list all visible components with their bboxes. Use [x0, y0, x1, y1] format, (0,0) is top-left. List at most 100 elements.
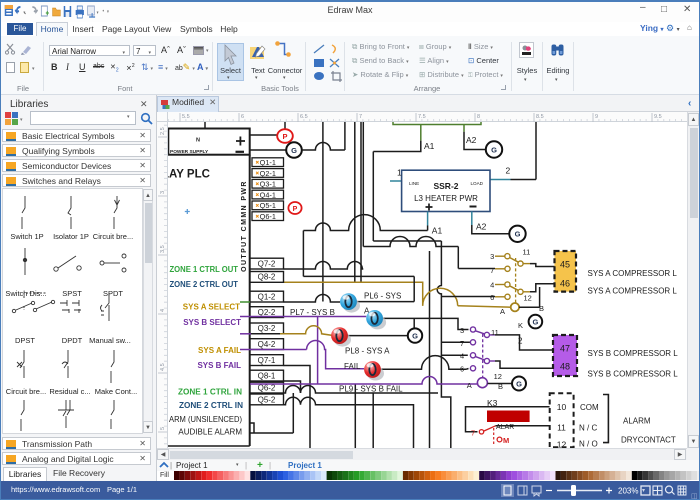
svg-text:10: 10 [557, 402, 567, 412]
svg-text:Q7-2: Q7-2 [258, 259, 276, 268]
svg-text:PL8 - SYS A: PL8 - SYS A [345, 347, 390, 356]
svg-text:A: A [500, 307, 505, 316]
svg-text:3.5: 3.5 [160, 245, 166, 253]
svg-text:4: 4 [460, 352, 464, 361]
svg-text:1: 1 [397, 168, 402, 178]
svg-text:COM: COM [580, 403, 599, 412]
svg-text:FAIL: FAIL [344, 362, 361, 371]
svg-text:SYS B SELECT: SYS B SELECT [183, 318, 241, 327]
svg-text:7: 7 [460, 339, 464, 348]
svg-text:Q1-1: Q1-1 [260, 158, 276, 167]
svg-text:ZONE 1 CTRL OUT: ZONE 1 CTRL OUT [170, 265, 239, 274]
svg-text:Isolator 1P: Isolator 1P [53, 232, 89, 241]
svg-text:P: P [293, 206, 298, 213]
svg-text:ZONE 1 CTRL IN: ZONE 1 CTRL IN [178, 388, 242, 397]
svg-text:4.5: 4.5 [160, 363, 166, 371]
svg-text:9: 9 [595, 114, 598, 120]
svg-text:Q8-2: Q8-2 [258, 273, 276, 282]
svg-text:G: G [532, 317, 538, 326]
svg-text:Switch 1P: Switch 1P [10, 232, 43, 241]
svg-text:DPDT: DPDT [62, 336, 83, 345]
svg-text:Q2-1: Q2-1 [260, 169, 276, 178]
svg-text:SYS B COMPRESSOR L: SYS B COMPRESSOR L [588, 370, 679, 379]
svg-text:7: 7 [359, 114, 362, 120]
svg-text:6: 6 [241, 114, 244, 120]
svg-text:•: • [103, 8, 105, 15]
svg-text:A1: A1 [432, 226, 443, 236]
svg-text:Q7-1: Q7-1 [258, 356, 276, 365]
svg-text:Q3-1: Q3-1 [260, 180, 276, 189]
svg-text:12: 12 [557, 440, 567, 449]
svg-text:6: 6 [460, 365, 464, 374]
svg-text:Residual c...: Residual c... [49, 387, 90, 396]
svg-text:Q1-2: Q1-2 [258, 292, 276, 301]
svg-text:SYS B COMPRESSOR L: SYS B COMPRESSOR L [588, 349, 679, 358]
svg-text:SPDT: SPDT [103, 289, 123, 298]
svg-text:5.5: 5.5 [182, 114, 190, 120]
svg-text:Q3-2: Q3-2 [258, 324, 276, 333]
svg-text:6: 6 [490, 293, 494, 302]
svg-text:G: G [412, 331, 418, 340]
svg-text:48: 48 [560, 362, 570, 372]
svg-text:PL9 - SYS B FAIL: PL9 - SYS B FAIL [339, 385, 403, 394]
svg-text:▾: ▾ [20, 117, 23, 123]
svg-text:AUDIBLE ALARM: AUDIBLE ALARM [178, 428, 242, 437]
svg-text:5: 5 [160, 427, 166, 430]
svg-text:SSR-2: SSR-2 [433, 181, 458, 191]
svg-text:SYS A SELECT: SYS A SELECT [183, 303, 240, 312]
svg-text:A2: A2 [476, 222, 487, 232]
svg-text:3: 3 [490, 252, 494, 261]
svg-text:46: 46 [560, 279, 570, 289]
svg-text:6.5: 6.5 [300, 114, 308, 120]
svg-text:Switch Dis...: Switch Dis... [5, 289, 46, 298]
svg-text:DRYCONTACT: DRYCONTACT [621, 436, 676, 445]
svg-text:▾: ▾ [97, 9, 99, 15]
svg-text:Manual sw...: Manual sw... [89, 336, 131, 345]
svg-text:11: 11 [523, 247, 531, 256]
svg-text:PL7 - SYS B: PL7 - SYS B [290, 308, 335, 317]
svg-text:G: G [491, 145, 497, 154]
svg-text:45: 45 [560, 260, 570, 270]
svg-text:203%: 203% [618, 487, 638, 496]
svg-text:9.5: 9.5 [654, 114, 662, 120]
svg-text:2.5: 2.5 [160, 127, 166, 135]
svg-text:4: 4 [490, 281, 494, 290]
svg-text:2: 2 [506, 166, 511, 176]
svg-text:POWER SUPPLY: POWER SUPPLY [170, 149, 209, 155]
svg-text:Q4-2: Q4-2 [258, 340, 276, 349]
svg-text:SYS A FAIL: SYS A FAIL [198, 346, 241, 355]
svg-text:LOAD: LOAD [470, 181, 483, 186]
svg-text:G: G [515, 230, 521, 239]
svg-text:N / C: N / C [579, 424, 597, 433]
svg-text:Q5-1: Q5-1 [260, 201, 276, 210]
svg-text:OUTPUT CMMN PWR: OUTPUT CMMN PWR [241, 180, 248, 272]
svg-text:7.5: 7.5 [418, 114, 426, 120]
svg-text:Q5-2: Q5-2 [258, 395, 276, 404]
svg-text:P: P [282, 132, 287, 141]
svg-text:Q6-1: Q6-1 [260, 212, 276, 221]
svg-text:K: K [518, 321, 523, 330]
svg-text:A2: A2 [466, 135, 477, 145]
svg-text:Q2-2: Q2-2 [258, 308, 276, 317]
svg-text:M: M [503, 436, 509, 445]
svg-text:G: G [291, 146, 297, 155]
svg-text:DPST: DPST [15, 336, 35, 345]
svg-text:G: G [516, 379, 522, 388]
svg-text:SYS B FAIL: SYS B FAIL [197, 361, 241, 370]
svg-text:8: 8 [477, 114, 480, 120]
svg-text:LINE: LINE [409, 181, 419, 186]
svg-text:LAY PLC: LAY PLC [168, 169, 210, 181]
svg-text:7: 7 [490, 266, 494, 275]
svg-text:Q8-1: Q8-1 [258, 371, 276, 380]
svg-text:3: 3 [160, 191, 166, 194]
svg-text:▾: ▾ [642, 488, 645, 494]
svg-text:ZONE 2 CTRL OUT: ZONE 2 CTRL OUT [170, 280, 239, 289]
svg-text:A: A [467, 381, 472, 390]
svg-text:Q4-1: Q4-1 [260, 190, 276, 199]
svg-text:47: 47 [560, 344, 570, 354]
svg-text:ALARM: ALARM [623, 417, 651, 426]
svg-text:Circuit bre...: Circuit bre... [6, 387, 46, 396]
svg-text:4: 4 [160, 309, 166, 312]
svg-text:3: 3 [460, 326, 464, 335]
svg-text:12: 12 [524, 294, 532, 303]
